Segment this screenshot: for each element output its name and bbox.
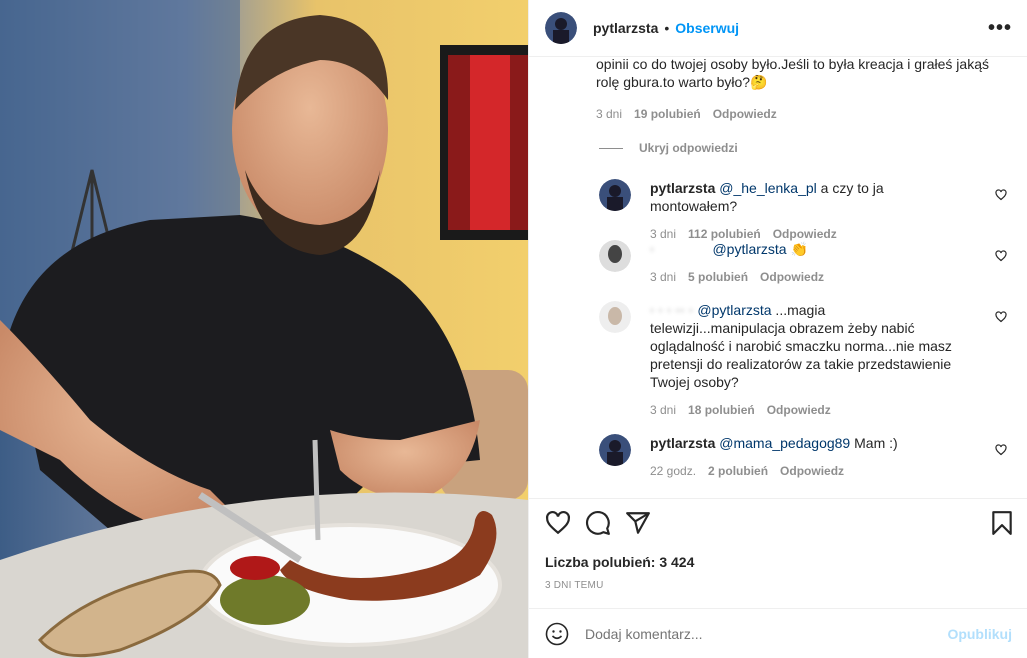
- like-comment-icon[interactable]: [995, 250, 1007, 262]
- comment-icon[interactable]: [585, 510, 611, 536]
- post-date[interactable]: 3 DNI TEMU: [545, 580, 604, 591]
- post-photo[interactable]: [0, 0, 528, 658]
- avatar[interactable]: [599, 301, 631, 333]
- comments-list[interactable]: opinii co do twojej osoby było.Jeśli to …: [529, 57, 1027, 498]
- action-bar: [545, 510, 1015, 542]
- reply-button[interactable]: Odpowiedz: [780, 464, 844, 478]
- comment-meta: 3 dni 18 polubień Odpowiedz: [650, 403, 960, 417]
- comment-time[interactable]: 3 dni: [596, 107, 622, 121]
- heart-icon[interactable]: [545, 510, 571, 536]
- hide-replies-button[interactable]: Ukryj odpowiedzi: [599, 141, 738, 155]
- comment-meta: 3 dni 112 polubień Odpowiedz: [650, 227, 960, 241]
- comment-text: opinii co do twojej osoby było.Jeśli to …: [596, 57, 989, 90]
- hide-replies-label: Ukryj odpowiedzi: [639, 141, 738, 155]
- more-options-icon[interactable]: •••: [988, 18, 1012, 38]
- post-header: pytlarzsta • Obserwuj •••: [529, 0, 1027, 57]
- reply-button[interactable]: Odpowiedz: [760, 270, 824, 284]
- comment-meta: 3 dni 5 polubień Odpowiedz: [650, 270, 960, 284]
- comment-time[interactable]: 3 dni: [650, 270, 676, 284]
- comment-username[interactable]: pytlarzsta: [650, 435, 715, 451]
- avatar[interactable]: [599, 240, 631, 272]
- mention-link[interactable]: @pytlarzsta: [712, 241, 786, 257]
- emoji-icon[interactable]: [545, 622, 569, 646]
- reply-button[interactable]: Odpowiedz: [773, 227, 837, 241]
- comment-time[interactable]: 3 dni: [650, 227, 676, 241]
- comment-likes[interactable]: 18 polubień: [688, 403, 755, 417]
- comment-username[interactable]: ·: [650, 241, 655, 257]
- divider: [599, 147, 623, 149]
- comment-time[interactable]: 3 dni: [650, 403, 676, 417]
- comment-time[interactable]: 22 godz.: [650, 464, 696, 478]
- comment-input[interactable]: [585, 625, 948, 642]
- share-icon[interactable]: [625, 510, 651, 536]
- comment-likes[interactable]: 112 polubień: [688, 227, 761, 241]
- mention-link[interactable]: @_he_lenka_pl: [719, 180, 817, 196]
- like-comment-icon[interactable]: [995, 444, 1007, 456]
- comment-username[interactable]: · · · ·· ·: [650, 302, 694, 318]
- avatar[interactable]: [599, 434, 631, 466]
- comment-likes[interactable]: 5 polubień: [688, 270, 748, 284]
- follow-button[interactable]: Obserwuj: [675, 20, 739, 36]
- reply-button[interactable]: Odpowiedz: [767, 403, 831, 417]
- comment-text: ...magia telewizji...manipulacja obrazem…: [650, 302, 952, 390]
- comment-likes[interactable]: 2 polubień: [708, 464, 768, 478]
- comment-meta: 3 dni 19 polubień Odpowiedz: [596, 107, 777, 121]
- comment-likes[interactable]: 19 polubień: [634, 107, 701, 121]
- separator-dot: •: [664, 20, 670, 36]
- comment-meta: 22 godz. 2 polubień Odpowiedz: [650, 464, 960, 478]
- mention-link[interactable]: @mama_pedagog89: [719, 435, 850, 451]
- comment-username[interactable]: pytlarzsta: [650, 180, 715, 196]
- like-comment-icon[interactable]: [995, 311, 1007, 323]
- comment-text: Mam :): [850, 435, 898, 451]
- like-comment-icon[interactable]: [995, 189, 1007, 201]
- post-panel: pytlarzsta • Obserwuj ••• opinii co do t…: [528, 0, 1027, 658]
- avatar[interactable]: [545, 12, 577, 44]
- avatar[interactable]: [599, 179, 631, 211]
- likes-count[interactable]: Liczba polubień: 3 424: [545, 554, 694, 570]
- comment-text: 👏: [786, 241, 808, 257]
- username[interactable]: pytlarzsta: [593, 20, 658, 36]
- divider: [529, 498, 1027, 499]
- reply-button[interactable]: Odpowiedz: [713, 107, 777, 121]
- comment-composer: Opublikuj: [529, 608, 1027, 658]
- bookmark-icon[interactable]: [989, 510, 1015, 536]
- mention-link[interactable]: @pytlarzsta: [697, 302, 771, 318]
- publish-button[interactable]: Opublikuj: [947, 626, 1012, 642]
